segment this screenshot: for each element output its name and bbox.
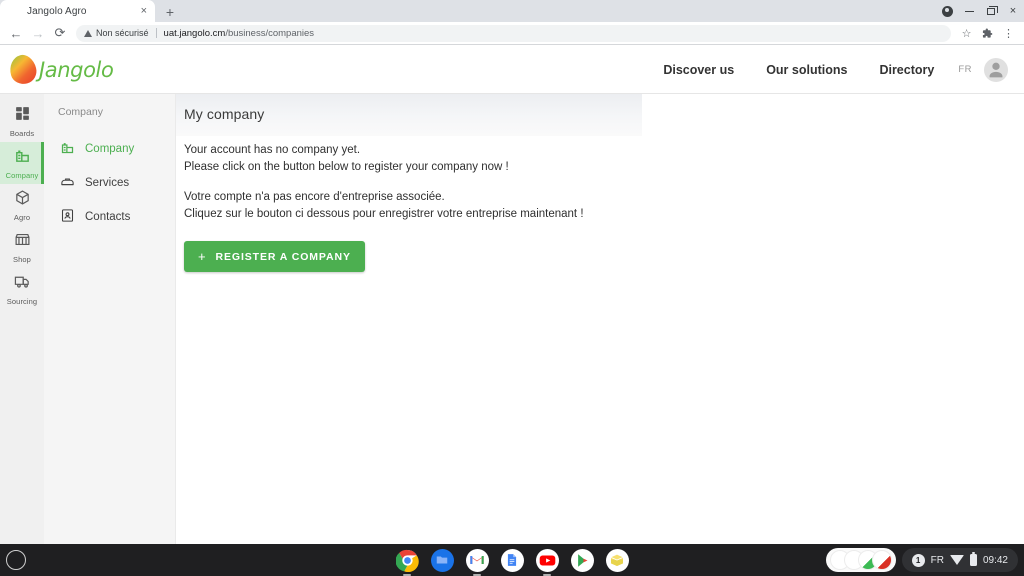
keep-app-icon[interactable] [605,548,629,572]
url-text: uat.jangolo.cm/business/companies [164,28,315,39]
gmail-app-icon[interactable] [465,548,489,576]
nav-item-our-solutions[interactable]: Our solutions [766,63,847,77]
company-building-icon [14,147,31,169]
system-tray: 1 FR 09:42 [825,548,1018,572]
forward-icon[interactable]: → [28,23,48,43]
sidebar-item-boards[interactable]: Boards [0,100,44,142]
tab-title: Jangolo Agro [27,5,87,17]
close-tab-icon[interactable]: × [141,5,147,17]
subnav-item-services[interactable]: Services [44,166,175,200]
services-briefcase-icon [60,174,75,192]
files-app-icon[interactable] [430,548,454,572]
company-building-icon [60,140,75,158]
account-circle-icon[interactable] [984,57,1008,82]
logo-wordmark: Jangolo [39,57,114,82]
browser-menu-icon[interactable]: ⋮ [999,24,1018,43]
message-en-line1: Your account has no company yet. [184,144,361,156]
minimize-icon[interactable] [958,0,980,22]
status-tray[interactable]: 1 FR 09:42 [901,548,1018,572]
sidebar-item-agro[interactable]: Agro [0,184,44,226]
maximize-icon[interactable] [980,0,1002,22]
subnav-item-company[interactable]: Company [44,132,175,166]
new-tab-button[interactable]: + [159,2,181,22]
nav-item-discover-us[interactable]: Discover us [663,63,734,77]
site-header: Jangolo Discover us Our solutions Direct… [0,46,1024,94]
page-title: My company [184,106,265,122]
rail-label-boards: Boards [9,128,35,138]
play-store-app-icon[interactable] [570,548,594,572]
sidebar-item-sourcing[interactable]: Sourcing [0,268,44,310]
wifi-icon [949,555,964,565]
contacts-card-icon [60,208,75,226]
content-inner: Your account has no company yet. Please … [184,142,1024,272]
register-company-button[interactable]: + REGISTER A COMPANY [184,241,365,272]
secondary-sidebar: Company Company Services Contacts [44,94,176,544]
extensions-puzzle-icon[interactable] [978,24,997,43]
rail-label-shop: Shop [13,254,31,264]
jangolo-logo[interactable]: Jangolo [6,52,114,87]
browser-tab[interactable]: Jangolo Agro × [0,0,155,22]
clock-label: 09:42 [982,554,1008,566]
mango-logo-icon [6,52,40,87]
docs-app-icon[interactable] [500,548,524,572]
chrome-app-icon[interactable] [395,549,419,576]
profile-dot-icon[interactable] [936,0,958,22]
message-fr-line1: Votre compte n'a pas encore d'entreprise… [184,191,445,203]
primary-rail: Boards Company Agro Shop Sourcing [0,94,44,544]
sidebar-item-shop[interactable]: Shop [0,226,44,268]
shop-storefront-icon [14,231,31,253]
omnibox-divider [155,28,157,38]
tab-strip: Jangolo Agro × + × [0,0,1024,22]
subnav-label-company: Company [85,143,135,155]
rail-label-company: Company [5,170,39,180]
youtube-app-icon[interactable] [535,548,559,576]
message-en-line2: Please click on the button below to regi… [184,161,509,173]
message-fr-line2: Cliquez sur le bouton ci dessous pour en… [184,208,584,220]
notification-count-badge: 1 [911,553,925,567]
tray-app-shortcuts[interactable] [825,548,896,572]
window-controls: × [936,0,1024,22]
address-bar[interactable]: Non sécurisé uat.jangolo.cm/business/com… [76,24,951,42]
empty-state-message: Your account has no company yet. Please … [184,142,1024,223]
nav-item-directory[interactable]: Directory [879,63,934,77]
subnav-label-contacts: Contacts [85,211,131,223]
rail-label-sourcing: Sourcing [6,296,38,306]
sourcing-truck-icon [14,273,31,295]
message-gap [184,176,1024,189]
reload-icon[interactable]: ⟳ [50,23,70,43]
boards-grid-icon [14,105,31,127]
register-company-label: REGISTER A COMPANY [215,250,351,263]
rail-label-agro: Agro [13,212,31,222]
browser-toolbar: ← → ⟳ Non sécurisé uat.jangolo.cm/busine… [0,22,1024,45]
battery-icon [969,552,977,566]
url-host: uat.jangolo.cm [163,27,226,39]
main-content: My company Your account has no company y… [176,94,1024,544]
language-switcher[interactable]: FR [958,64,972,75]
os-shelf: 1 FR 09:42 [0,544,1024,576]
not-secure-warning-icon [84,29,92,37]
mango-icon [10,5,21,17]
top-navigation: Discover us Our solutions Directory [663,63,934,77]
bookmark-star-icon[interactable]: ☆ [957,24,976,43]
web-page: Jangolo Discover us Our solutions Direct… [0,46,1024,576]
security-status-label: Non sécurisé [96,28,149,38]
url-path: /business/companies [225,27,315,39]
back-icon[interactable]: ← [6,23,26,43]
agro-box-icon [14,189,31,211]
plus-icon: + [198,249,207,264]
page-body: Boards Company Agro Shop Sourcing Compan… [0,94,1024,544]
close-window-icon[interactable]: × [1002,0,1024,22]
tray-language-label: FR [930,554,944,566]
sidebar-section-title: Company [58,106,103,118]
subnav-item-contacts[interactable]: Contacts [44,200,175,234]
screen: Jangolo Agro × + × ← → ⟳ Non sécurisé ua… [0,0,1024,576]
browser-window: Jangolo Agro × + × ← → ⟳ Non sécurisé ua… [0,0,1024,576]
subnav-label-services: Services [85,177,130,189]
tray-shortcut-icon [871,550,892,570]
sidebar-item-company[interactable]: Company [0,142,44,184]
